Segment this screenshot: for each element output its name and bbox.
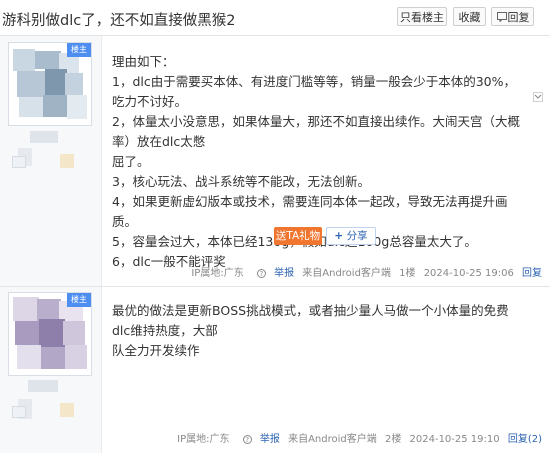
username-blurred [28,380,58,392]
content-line: 队全力开发续作 [112,343,200,358]
report-link[interactable]: ? 举报 [252,268,294,279]
op-badge: 楼主 [67,293,91,307]
username-blurred [30,131,58,143]
reply-button[interactable]: 回复 [491,7,534,26]
share-label: 分享 [346,230,368,242]
content-line: 最优的做法是更新BOSS挑战模式，或者抽少量人马做一个小体量的免费dlc维持热度… [112,303,509,338]
title-badge-blurred [60,154,74,168]
avatar[interactable]: 楼主 [8,292,92,376]
floor-number: 2楼 [384,434,402,445]
content-line: 屈了。 [112,154,150,169]
level-badge [12,156,26,168]
favorite-button[interactable]: 收藏 [453,7,486,26]
title-badge-blurred [60,403,74,417]
content-line: 2，体量太小没意思，如果体量大，那还不如直接出续作。大闹天宫（大概率）放在dlc… [112,114,520,149]
author-panel: 楼主 [0,287,102,453]
post-time: 2024-10-25 19:10 [409,434,500,445]
report-icon: ? [256,269,266,278]
ip-location: IP属地:广东 [177,434,230,445]
send-gift-button[interactable]: 送TA礼物 [274,227,322,245]
author-panel: 楼主 [0,36,102,286]
report-link[interactable]: ? 举报 [238,434,280,445]
reply-icon [497,12,507,22]
client-source: 来自Android客户端 [288,434,377,445]
share-button[interactable]: + 分享 [326,227,376,245]
post-meta: IP属地:广东 ? 举报 来自Android客户端 2楼 2024-10-25 … [172,430,542,445]
avatar[interactable]: 楼主 [8,42,92,126]
level-badge [12,406,26,418]
collapse-arrow-icon[interactable] [533,92,543,102]
reply-link[interactable]: 回复(2) [508,434,542,445]
post-meta: IP属地:广东 ? 举报 来自Android客户端 1楼 2024-10-25 … [186,264,542,279]
op-badge: 楼主 [67,43,91,57]
post-time: 2024-10-25 19:06 [423,268,514,279]
plus-icon: + [334,230,344,242]
report-label: 举报 [259,434,280,445]
report-label: 举报 [274,268,295,279]
client-source: 来自Android客户端 [302,268,391,279]
reply-link[interactable]: 回复 [522,268,542,279]
content-line: 4，如果更新虚幻版本或技术，需要连同本体一起改，导致无法再提升画质。 [112,194,508,229]
content-line: 理由如下： [112,54,175,69]
content-line: 1，dlc由于需要买本体、有进度门槛等等，销量一般会少于本体的30%，吃力不讨好… [112,74,517,109]
only-op-button[interactable]: 只看楼主 [397,7,447,26]
reply-button-label: 回复 [507,11,530,24]
ip-location: IP属地:广东 [191,268,244,279]
floor-number: 1楼 [399,268,416,279]
report-icon: ? [242,435,252,444]
thread-title: 游科别做dlc了，还不如直接做黑猴2 [2,13,236,29]
post-floor-2: 楼主 最优的做法是更新BOSS挑战模式，或者抽少量人马做一个小体量的免费dlc维… [0,286,550,453]
post-floor-1: 楼主 理由如下： 1，dlc由于需要买本体、有进度门槛等等，销量一般会少于本体的… [0,36,550,286]
post-content: 最优的做法是更新BOSS挑战模式，或者抽少量人马做一个小体量的免费dlc维持热度… [112,301,520,361]
content-line: 3，核心玩法、战斗系统等不能改，无法创新。 [112,174,370,189]
thread-header: 游科别做dlc了，还不如直接做黑猴2 只看楼主 收藏 回复 [0,0,550,36]
